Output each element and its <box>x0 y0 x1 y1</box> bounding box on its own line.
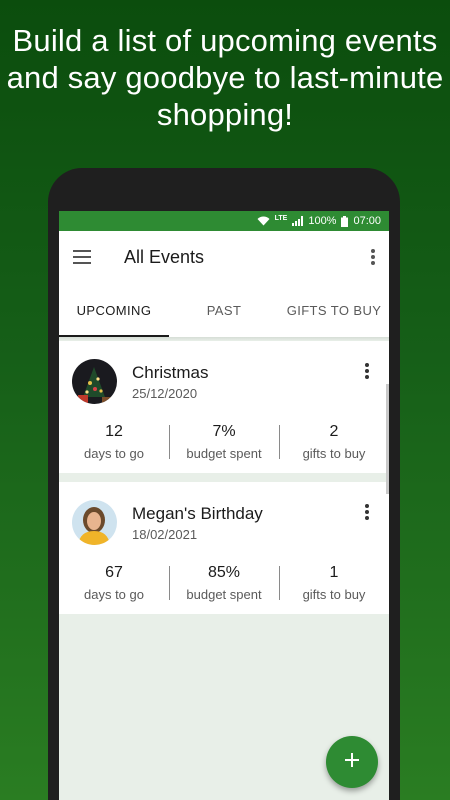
promo-line-2: and say goodbye to last-minute <box>6 60 444 95</box>
promo-headline: Build a list of upcoming events and say … <box>0 22 450 133</box>
event-stats: 67 days to go 85% budget spent 1 gifts t… <box>59 564 389 602</box>
stat-label: gifts to buy <box>302 446 366 461</box>
stat-label: budget spent <box>186 446 262 461</box>
stat-budget-spent: 7% budget spent <box>169 423 279 461</box>
tab-past[interactable]: PAST <box>169 283 279 337</box>
stat-label: days to go <box>84 446 144 461</box>
stat-gifts-to-buy: 2 gifts to buy <box>279 423 389 461</box>
stat-value: 1 <box>329 564 339 581</box>
battery-percent: 100% <box>308 215 337 227</box>
event-more-icon[interactable] <box>365 363 369 379</box>
tab-upcoming[interactable]: UPCOMING <box>59 283 169 337</box>
network-label: LTE <box>274 215 288 222</box>
event-stats: 12 days to go 7% budget spent 2 gifts to… <box>59 423 389 461</box>
stat-days-to-go: 12 days to go <box>59 423 169 461</box>
status-bar: LTE 100% 07:00 <box>59 211 389 231</box>
scrollbar[interactable] <box>386 384 389 494</box>
event-name: Megan's Birthday <box>132 503 263 523</box>
event-more-icon[interactable] <box>365 504 369 520</box>
event-card-megans-birthday[interactable]: Megan's Birthday 18/02/2021 67 days to g… <box>59 482 389 614</box>
add-event-button[interactable] <box>326 736 378 788</box>
person-avatar <box>72 500 117 545</box>
event-name: Christmas <box>132 362 209 382</box>
stat-label: budget spent <box>186 587 262 602</box>
menu-icon[interactable] <box>73 250 91 264</box>
battery-icon <box>341 215 349 227</box>
christmas-avatar <box>72 359 117 404</box>
stat-label: gifts to buy <box>302 587 366 602</box>
promo-line-3: shopping! <box>156 97 294 132</box>
stat-days-to-go: 67 days to go <box>59 564 169 602</box>
stat-value: 7% <box>212 423 236 440</box>
more-vert-icon[interactable] <box>371 249 375 265</box>
plus-icon <box>344 752 360 773</box>
event-date: 25/12/2020 <box>132 385 198 401</box>
stat-budget-spent: 85% budget spent <box>169 564 279 602</box>
stat-value: 2 <box>329 423 339 440</box>
event-date: 18/02/2021 <box>132 526 198 542</box>
tab-gifts-to-buy[interactable]: GIFTS TO BUY <box>279 283 389 337</box>
stat-gifts-to-buy: 1 gifts to buy <box>279 564 389 602</box>
page-title: All Events <box>124 246 205 267</box>
app-bar: All Events <box>59 231 389 283</box>
signal-icon <box>292 216 304 226</box>
app-screen: LTE 100% 07:00 All Events UPCOMING PAST … <box>59 211 389 800</box>
tab-bar: UPCOMING PAST GIFTS TO BUY <box>59 283 389 337</box>
stat-value: 85% <box>207 564 241 581</box>
event-card-christmas[interactable]: Christmas 25/12/2020 12 days to go 7% bu… <box>59 341 389 473</box>
promo-line-1: Build a list of upcoming events <box>12 23 438 58</box>
stat-value: 67 <box>105 564 123 581</box>
stat-value: 12 <box>105 423 123 440</box>
stat-label: days to go <box>84 587 144 602</box>
status-time: 07:00 <box>353 215 381 227</box>
wifi-icon <box>257 216 270 226</box>
